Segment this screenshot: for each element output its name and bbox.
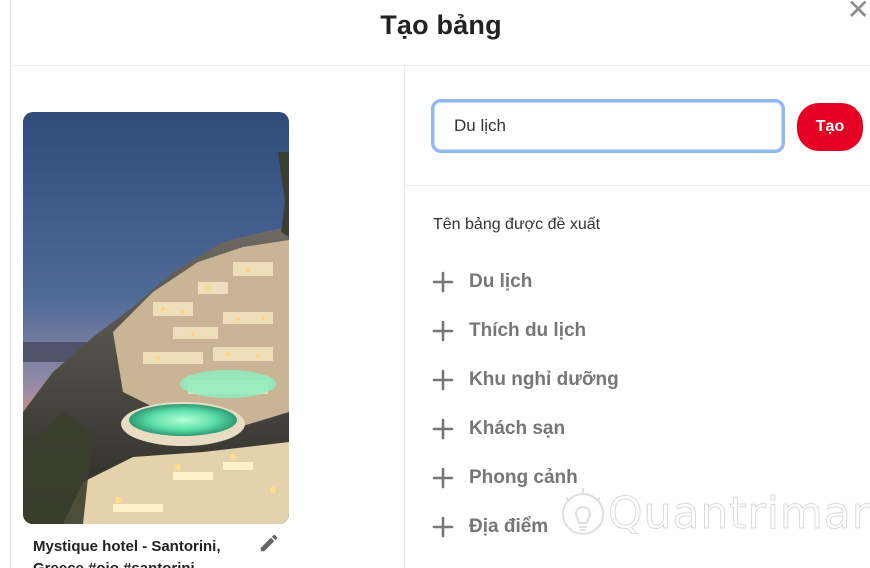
suggestion-label: Khách sạn [469,417,566,439]
dialog-title: Tạo bảng [380,10,502,40]
suggestion-label: Khu nghỉ dưỡng [469,368,619,390]
suggestion-label: Du lịch [469,270,533,292]
santorini-photo [23,112,289,524]
plus-icon [431,466,455,490]
plus-icon [431,417,455,441]
close-icon[interactable]: ✕ [847,0,870,24]
app-frame: Tạo bảng Mystique hotel - Santorini, Du … [0,0,870,568]
dialog-header: Tạo bảng [11,0,870,66]
plus-icon [431,368,455,392]
section-divider [405,185,870,186]
suggestion-item-phong-canh[interactable]: Phong cảnh [431,453,619,502]
create-board-dialog: Tạo bảng Mystique hotel - Santorini, Du … [10,0,870,568]
suggestion-item-thich-du-lich[interactable]: Thích du lịch [431,306,619,355]
pencil-icon[interactable] [258,532,280,554]
create-board-button[interactable]: Tạo [797,103,863,151]
plus-icon [431,270,455,294]
suggestion-label: Thích du lịch [469,319,587,341]
plus-icon [431,319,455,343]
suggestion-item-du-lich[interactable]: Du lịch [431,257,619,306]
board-name-input[interactable] [431,99,785,153]
suggestion-item-khach-san[interactable]: Khách sạn [431,404,619,453]
suggestion-list: Du lịch Thích du lịch Khu nghỉ dưỡng Khá… [431,257,619,551]
suggestion-label: Địa điểm [469,515,549,537]
suggestions-heading: Tên bảng được đề xuất [433,216,601,233]
suggestion-item-dia-diem[interactable]: Địa điểm [431,502,619,551]
plus-icon [431,515,455,539]
pin-caption: Mystique hotel - Santorini, Greece #ojo … [33,538,221,568]
pin-preview-image [23,112,289,524]
suggestion-item-khu-nghi-duong[interactable]: Khu nghỉ dưỡng [431,355,619,404]
suggestion-label: Phong cảnh [469,466,578,488]
column-divider [404,66,405,568]
